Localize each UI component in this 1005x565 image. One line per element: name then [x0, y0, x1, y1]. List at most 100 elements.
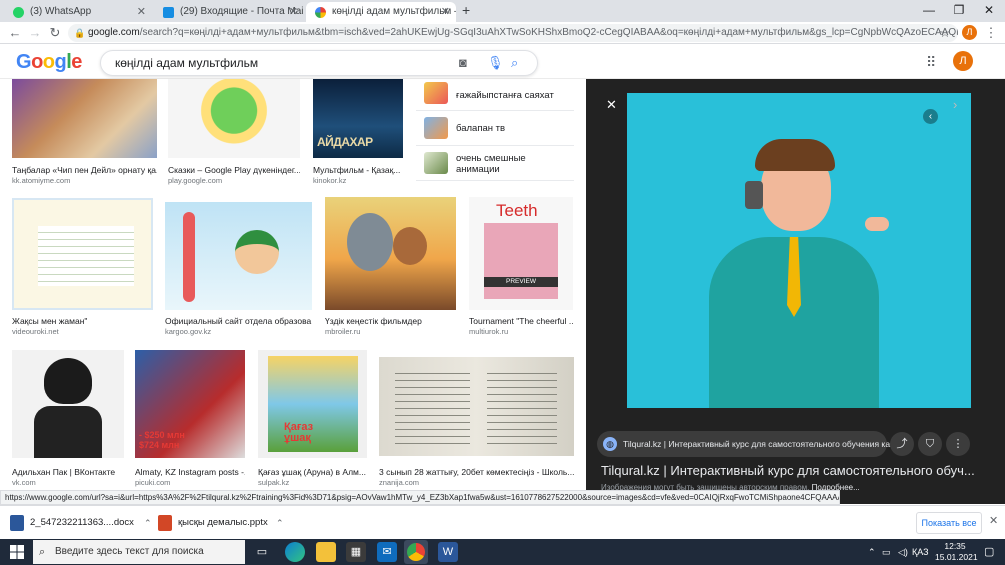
- search-icon: ⌕: [39, 546, 46, 558]
- result-thumbnail[interactable]: [165, 202, 312, 310]
- bookmark-star-icon[interactable]: ☆: [936, 24, 954, 42]
- preview-image[interactable]: ‹: [627, 93, 971, 408]
- tab-label: (3) WhatsApp: [30, 6, 92, 17]
- more-options-icon[interactable]: ⋮: [946, 432, 970, 456]
- result-caption[interactable]: Таңбалар «Чип пен Дейл» орнату қа...: [12, 165, 157, 175]
- word-app-icon[interactable]: W: [438, 542, 458, 562]
- image-result[interactable]: Адильхан Пак | ВКонтакте vk.com: [12, 350, 124, 490]
- result-thumbnail[interactable]: [12, 198, 153, 310]
- new-tab-button[interactable]: +: [462, 2, 470, 18]
- save-bookmark-icon[interactable]: ⛉: [918, 432, 942, 456]
- image-result[interactable]: Жақсы мен жаман" videouroki.net: [12, 198, 153, 338]
- profile-avatar[interactable]: Л: [962, 25, 977, 40]
- share-icon[interactable]: ⤴: [890, 432, 914, 456]
- download-item[interactable]: 2_547232211363....docx ⌃: [8, 511, 158, 535]
- status-url: https://www.google.com/url?sa=i&url=http…: [5, 493, 840, 502]
- network-icon[interactable]: ▭: [882, 539, 891, 565]
- result-caption[interactable]: Адильхан Пак | ВКонтакте: [12, 467, 124, 477]
- source-chip[interactable]: ◍ Tilqural.kz | Интерактивный курс для с…: [597, 431, 906, 457]
- source-site: Tilqural.kz | Интерактивный курс для сам…: [623, 439, 906, 449]
- related-search-item[interactable]: очень смешные анимации: [416, 146, 574, 181]
- related-search-item[interactable]: ғажайыпстанға саяхат: [416, 79, 574, 111]
- task-view-icon[interactable]: ▭: [252, 542, 272, 562]
- tab-mail[interactable]: (29) Входящие - Почта Mail.ru ✕: [154, 2, 304, 22]
- reload-icon[interactable]: ↻: [46, 24, 64, 42]
- result-thumbnail[interactable]: [379, 357, 574, 456]
- result-caption[interactable]: Қағаз ұшақ (Аруна) в Алм...: [258, 467, 367, 477]
- taskbar-search-input[interactable]: ⌕ Введите здесь текст для поиска: [33, 540, 245, 564]
- notifications-icon[interactable]: ▢: [984, 539, 994, 565]
- browser-tab-strip: (3) WhatsApp ✕ (29) Входящие - Почта Mai…: [0, 0, 1005, 22]
- image-result[interactable]: Официальный сайт отдела образова... karg…: [165, 202, 312, 338]
- google-logo[interactable]: Google: [16, 51, 82, 74]
- minimize-icon[interactable]: —: [914, 0, 944, 22]
- store-icon[interactable]: ▦: [346, 542, 366, 562]
- language-indicator[interactable]: ҚАЗ: [912, 539, 929, 565]
- camera-icon[interactable]: ◙: [459, 51, 467, 75]
- url-field[interactable]: 🔒 google.com/search?q=көңілді+адам+мульт…: [68, 24, 958, 42]
- clock[interactable]: 12:35 15.01.2021: [935, 541, 978, 563]
- image-result[interactable]: АЙДАХАР Мультфильм - Қазақ... kinokor.kz: [313, 79, 403, 187]
- search-input[interactable]: көңілді адам мультфильм ◙ 🎙 ⌕: [100, 50, 538, 76]
- preview-badge: PREVIEW: [484, 277, 558, 287]
- tray-chevron-icon[interactable]: ⌃: [868, 539, 876, 565]
- close-downloads-icon[interactable]: ✕: [989, 514, 998, 527]
- close-window-icon[interactable]: ✕: [974, 0, 1004, 22]
- image-result[interactable]: Сказки – Google Play дүкеніндег... play.…: [168, 79, 300, 187]
- related-thumbnail: [424, 152, 448, 174]
- clock-date: 15.01.2021: [935, 552, 978, 562]
- image-result[interactable]: 3 сынып 28 жаттығу, 20бет көмектесіңіз -…: [379, 357, 574, 490]
- windows-start-icon[interactable]: [10, 545, 24, 559]
- apps-grid-icon[interactable]: ⠿: [926, 54, 936, 71]
- show-all-downloads-button[interactable]: Показать все: [916, 512, 982, 534]
- result-thumbnail[interactable]: Teeth PREVIEW: [469, 197, 573, 310]
- result-caption[interactable]: Жақсы мен жаман": [12, 316, 153, 326]
- microphone-icon[interactable]: 🎙: [487, 51, 504, 75]
- image-result[interactable]: Қағаз ұшақ Қағаз ұшақ (Аруна) в Алм... s…: [258, 350, 367, 490]
- close-tab-icon[interactable]: ✕: [289, 2, 298, 22]
- chrome-taskbar-button[interactable]: [404, 540, 428, 564]
- edge-icon[interactable]: [285, 542, 305, 562]
- mail-app-icon[interactable]: ✉: [377, 542, 397, 562]
- chevron-up-icon[interactable]: ⌃: [144, 511, 152, 535]
- image-result[interactable]: Үздік кеңестік фильмдер mbroiler.ru: [325, 197, 456, 338]
- related-search-item[interactable]: балапан тв: [416, 111, 574, 146]
- image-result[interactable]: - $250 млн $724 млн Almaty, KZ Instagram…: [135, 350, 245, 490]
- download-item[interactable]: қысқы демалыс.pptx ⌃: [156, 511, 296, 535]
- next-image-icon[interactable]: ›: [953, 97, 957, 112]
- close-preview-icon[interactable]: ✕: [606, 97, 617, 113]
- volume-icon[interactable]: ◁): [898, 539, 908, 565]
- close-tab-icon[interactable]: ✕: [441, 2, 450, 22]
- result-thumbnail[interactable]: - $250 млн $724 млн: [135, 350, 245, 458]
- menu-dots-icon[interactable]: ⋮: [982, 24, 1000, 42]
- result-thumbnail[interactable]: Қағаз ұшақ: [258, 350, 367, 458]
- search-icon[interactable]: ⌕: [511, 51, 518, 75]
- result-thumbnail[interactable]: [12, 350, 124, 458]
- preview-title[interactable]: Tilqural.kz | Интерактивный курс для сам…: [601, 463, 975, 478]
- chevron-up-icon[interactable]: ⌃: [276, 511, 284, 535]
- result-thumbnail[interactable]: [325, 197, 456, 310]
- result-caption[interactable]: Сказки – Google Play дүкеніндег...: [168, 165, 300, 175]
- back-icon[interactable]: ←: [6, 24, 24, 42]
- result-thumbnail[interactable]: [12, 79, 157, 158]
- tab-whatsapp[interactable]: (3) WhatsApp ✕: [4, 2, 152, 22]
- result-caption[interactable]: Үздік кеңестік фильмдер: [325, 316, 456, 326]
- close-tab-icon[interactable]: ✕: [137, 2, 146, 22]
- prev-image-icon[interactable]: ‹: [923, 109, 938, 124]
- result-caption[interactable]: Мультфильм - Қазақ...: [313, 165, 403, 175]
- result-caption[interactable]: Almaty, KZ Instagram posts -...: [135, 467, 245, 477]
- logo-letter: e: [71, 51, 82, 73]
- result-caption[interactable]: 3 сынып 28 жаттығу, 20бет көмектесіңіз -…: [379, 467, 574, 477]
- avatar[interactable]: Л: [953, 51, 973, 71]
- logo-letter: o: [31, 51, 43, 73]
- maximize-icon[interactable]: ❐: [944, 0, 974, 22]
- image-result[interactable]: Teeth PREVIEW Tournament "The cheerful .…: [469, 197, 573, 338]
- result-caption[interactable]: Tournament "The cheerful ...: [469, 316, 573, 326]
- result-thumbnail[interactable]: [168, 79, 300, 158]
- file-explorer-icon[interactable]: [316, 542, 336, 562]
- image-result[interactable]: Таңбалар «Чип пен Дейл» орнату қа... kk.…: [12, 79, 157, 187]
- result-thumbnail[interactable]: АЙДАХАР: [313, 79, 403, 158]
- tab-google-images[interactable]: көңілді адам мультфильм – Goo ✕: [306, 2, 456, 22]
- forward-icon[interactable]: →: [26, 24, 44, 42]
- result-caption[interactable]: Официальный сайт отдела образова...: [165, 316, 312, 326]
